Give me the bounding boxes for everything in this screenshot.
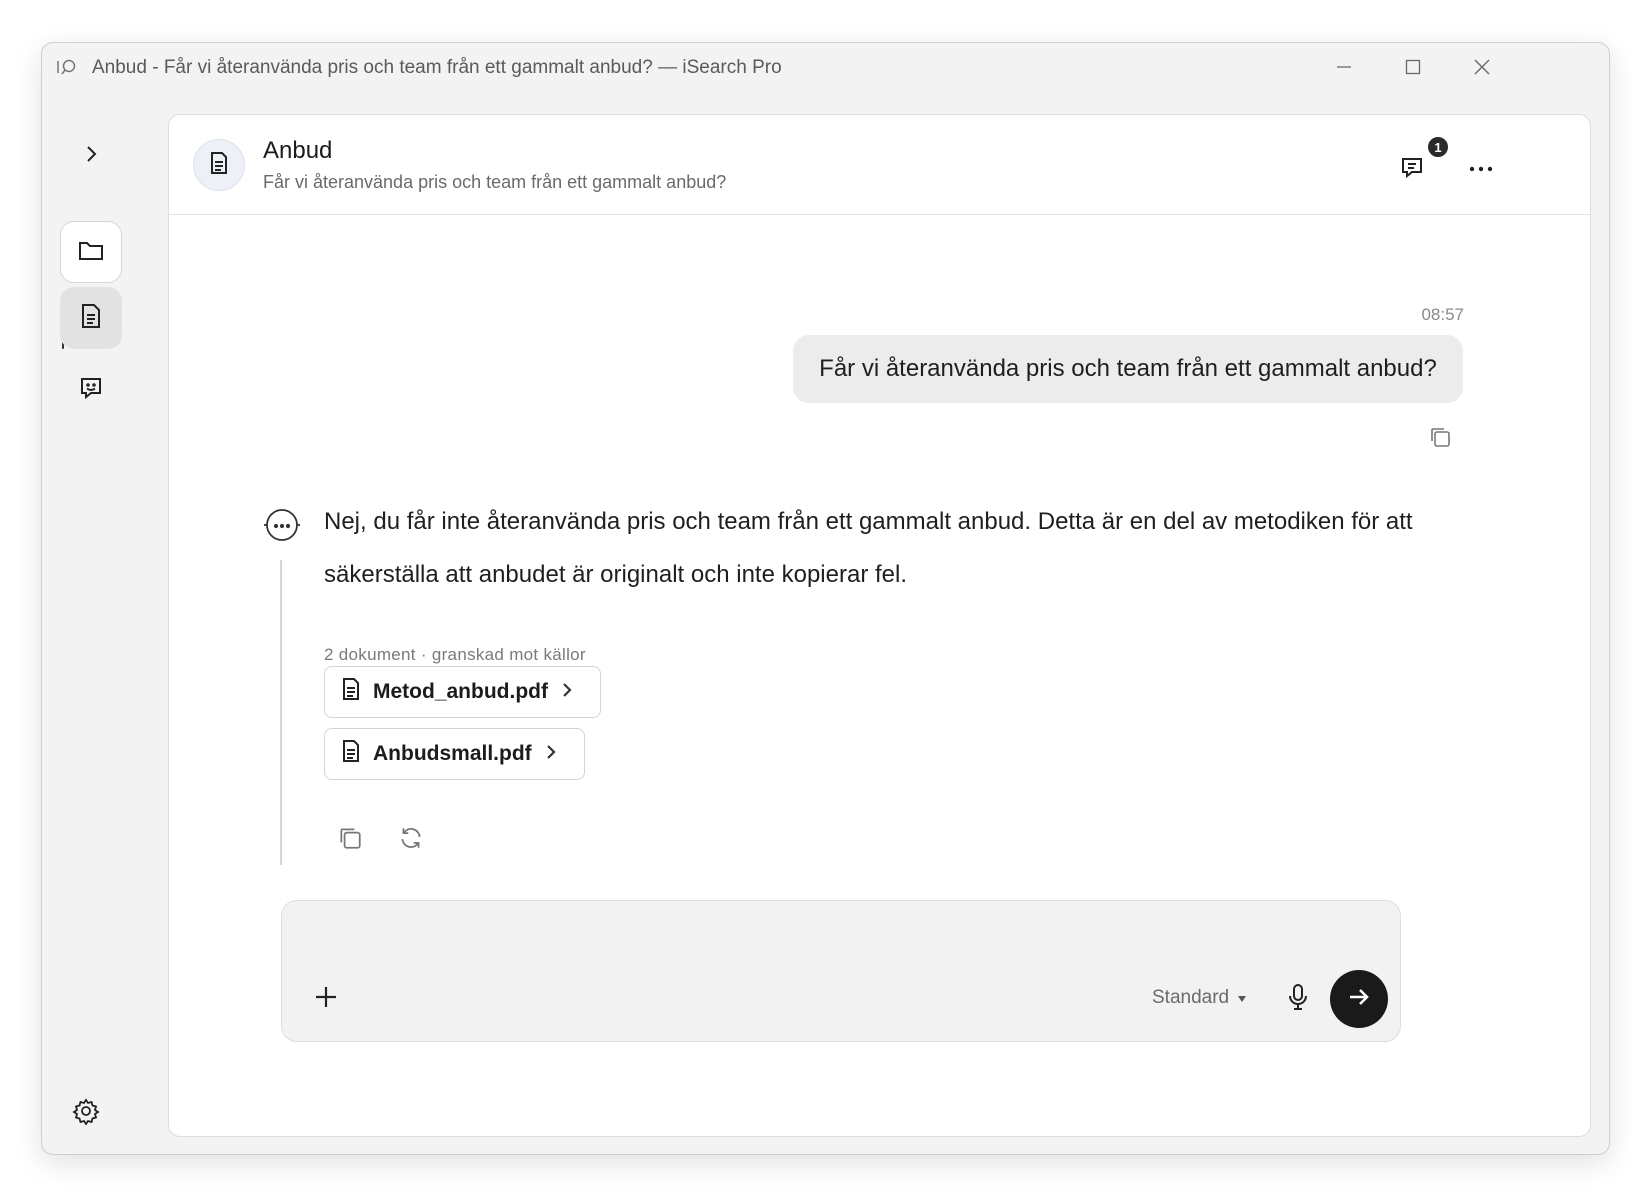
sidebar-item-feedback[interactable] <box>60 359 122 421</box>
assistant-message-text: Nej, du får inte återanvända pris och te… <box>324 508 1413 588</box>
window-title: Anbud - Får vi återanvända pris och team… <box>92 57 782 78</box>
document-icon <box>209 151 229 180</box>
page-title: Anbud <box>263 137 333 164</box>
plus-icon <box>314 985 338 1014</box>
sidebar-expand-button[interactable] <box>60 131 122 181</box>
mode-selector[interactable]: Standard <box>1152 987 1247 1009</box>
arrow-right-icon <box>1346 984 1372 1015</box>
message-composer: Standard <box>281 900 1401 1042</box>
sidebar-item-documents[interactable] <box>60 287 122 349</box>
gear-icon <box>72 1097 100 1130</box>
message-input[interactable] <box>306 919 1366 959</box>
conversation-header: Anbud Får vi återanvända pris och team f… <box>169 115 1590 215</box>
document-icon <box>341 739 361 769</box>
send-button[interactable] <box>1330 970 1388 1028</box>
copy-icon <box>337 825 363 856</box>
thread-line <box>280 560 282 865</box>
more-horizontal-icon <box>1469 160 1493 178</box>
close-window-button[interactable] <box>1460 53 1504 81</box>
more-options-button[interactable] <box>1459 147 1503 191</box>
bot-face-icon <box>262 505 302 550</box>
collection-avatar <box>193 139 245 191</box>
chevron-right-icon <box>81 144 101 169</box>
regenerate-button[interactable] <box>391 820 431 860</box>
copy-icon <box>1428 425 1452 454</box>
assistant-avatar <box>262 507 302 547</box>
conversation-panel: Anbud Får vi återanvända pris och team f… <box>168 114 1591 1137</box>
sidebar-rail <box>42 91 167 1154</box>
notification-badge: 1 <box>1426 135 1450 159</box>
maximize-button[interactable] <box>1391 53 1435 81</box>
source-document-chip[interactable]: Metod_anbud.pdf <box>324 666 601 718</box>
refresh-icon <box>398 825 424 856</box>
copy-answer-button[interactable] <box>330 820 370 860</box>
message-timestamp: 08:57 <box>1421 305 1464 324</box>
sources-label: 2 dokument · granskad mot källor <box>324 645 586 664</box>
add-attachment-button[interactable] <box>306 979 346 1019</box>
sidebar-item-folders[interactable] <box>60 221 122 283</box>
chevron-right-icon <box>560 680 574 704</box>
source-name: Metod_anbud.pdf <box>373 680 548 703</box>
voice-input-button[interactable] <box>1278 979 1318 1019</box>
chat-feedback-icon <box>78 375 104 406</box>
copy-user-message-button[interactable] <box>1422 421 1458 457</box>
source-document-chip[interactable]: Anbudsmall.pdf <box>324 728 585 780</box>
mode-label: Standard <box>1152 987 1230 1008</box>
caret-down-icon <box>1237 987 1247 1009</box>
user-message-bubble: Får vi återanvända pris och team från et… <box>793 335 1463 403</box>
minimize-button[interactable] <box>1322 53 1366 81</box>
source-name: Anbudsmall.pdf <box>373 742 532 765</box>
document-icon <box>341 677 361 707</box>
page-subtitle: Får vi återanvända pris och team från et… <box>263 172 727 192</box>
chevron-right-icon <box>544 742 558 766</box>
title-bar: Anbud - Får vi återanvända pris och team… <box>42 43 1609 91</box>
settings-button[interactable] <box>64 1091 108 1135</box>
microphone-icon <box>1287 983 1309 1016</box>
app-logo-icon <box>56 57 82 77</box>
chat-feedback-icon <box>1400 154 1426 185</box>
document-icon <box>80 303 102 334</box>
folder-icon <box>77 238 105 267</box>
app-window: Anbud - Får vi återanvända pris och team… <box>41 42 1610 1155</box>
